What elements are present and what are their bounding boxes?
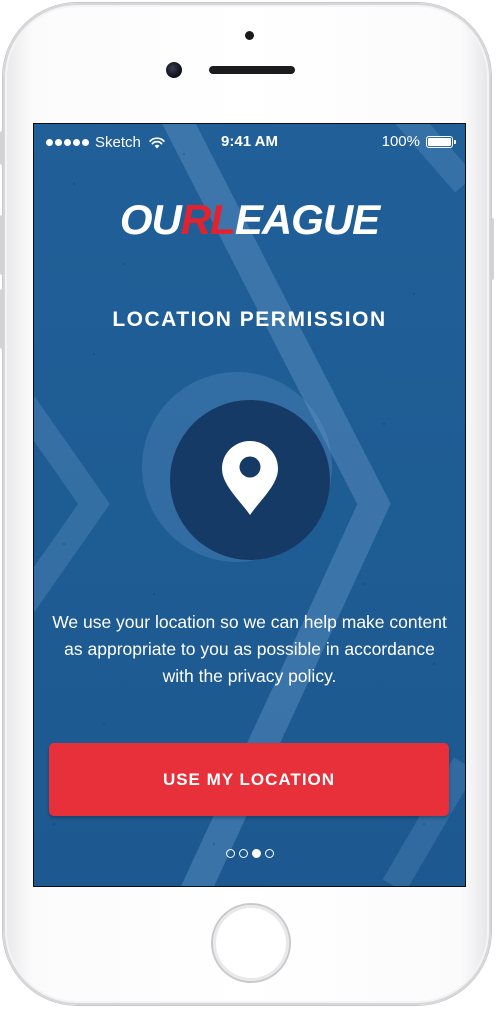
logo-text-rl: RL [180,196,236,243]
location-pin-icon [222,441,278,515]
use-my-location-button[interactable]: USE MY LOCATION [49,743,449,816]
page-dot[interactable] [238,849,248,858]
page-dot[interactable] [264,849,274,858]
front-camera [166,62,182,78]
volume-up-button [0,215,4,275]
home-button[interactable] [213,905,289,981]
battery-percent: 100% [381,133,420,150]
logo-text-eague: EAGUE [234,196,380,243]
earpiece-speaker [209,66,295,74]
app-screen: Sketch 9:41 AM 100% OURLEAGUE LOCATION P… [33,123,466,887]
proximity-sensor [245,31,254,40]
status-bar: Sketch 9:41 AM 100% [34,124,465,162]
page-indicator [34,849,465,858]
mute-switch [0,131,4,165]
permission-description: We use your location so we can help make… [52,612,447,686]
page-dot[interactable] [225,849,235,858]
battery-icon [426,135,456,148]
page-dot-active[interactable] [251,849,261,858]
volume-down-button [0,289,4,349]
page-title: LOCATION PERMISSION [112,308,387,331]
logo-text-ou: OU [119,196,182,243]
app-logo: OURLEAGUE [34,196,465,244]
power-button [490,218,494,280]
battery-status: 100% [381,133,456,150]
